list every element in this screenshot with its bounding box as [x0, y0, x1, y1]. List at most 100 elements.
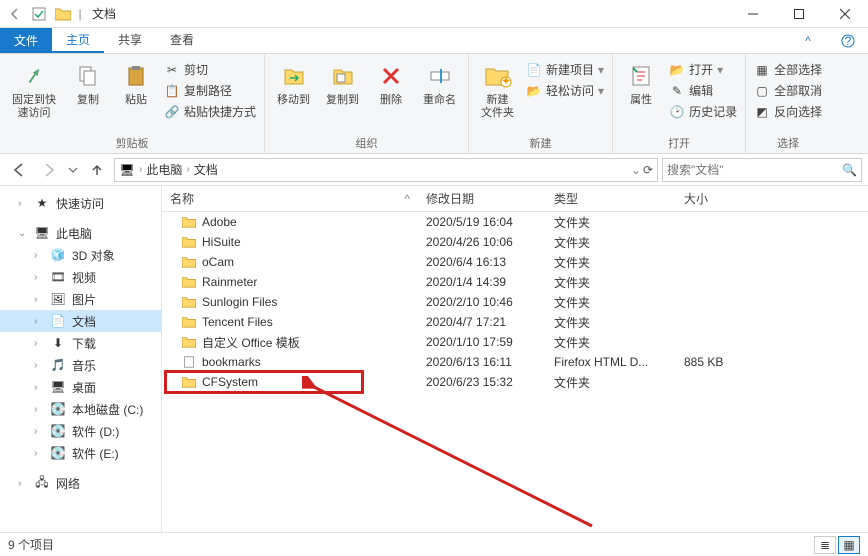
document-icon: 📄 — [50, 313, 66, 329]
select-all-icon: ▦ — [754, 62, 770, 78]
tab-share[interactable]: 共享 — [104, 28, 156, 53]
tab-view[interactable]: 查看 — [156, 28, 208, 53]
cut-button[interactable]: ✂剪切 — [162, 60, 258, 79]
breadcrumb-dropdown-icon[interactable]: ⌄ — [631, 163, 641, 177]
nav-up-button[interactable] — [84, 157, 110, 183]
table-row[interactable]: CFSystem2020/6/23 15:32文件夹 — [162, 372, 868, 392]
search-box[interactable]: 🔍 — [662, 158, 862, 182]
sidebar-item-disk-d[interactable]: ›💽软件 (D:) — [0, 420, 161, 442]
copy-to-icon — [327, 60, 359, 92]
sidebar-item-network[interactable]: ›🖧网络 — [0, 472, 161, 494]
path-icon: 📋 — [164, 83, 180, 99]
qat-check-icon[interactable] — [28, 3, 50, 25]
download-icon: ⬇ — [50, 335, 66, 351]
sidebar: ›★快速访问 ⌄🖥此电脑 ›🧊3D 对象 ›🎞视频 ›🖼图片 ›📄文档 ›⬇下载… — [0, 186, 162, 544]
ribbon-tabs: 文件 主页 共享 查看 ^ ? — [0, 28, 868, 54]
column-date[interactable]: 修改日期 — [418, 190, 546, 207]
sidebar-item-3d-objects[interactable]: ›🧊3D 对象 — [0, 244, 161, 266]
sidebar-item-quick-access[interactable]: ›★快速访问 — [0, 192, 161, 214]
delete-button[interactable]: 删除 — [369, 58, 413, 109]
table-row[interactable]: Adobe2020/5/19 16:04文件夹 — [162, 212, 868, 232]
table-row[interactable]: Tencent Files2020/4/7 17:21文件夹 — [162, 312, 868, 332]
qat-back-icon[interactable] — [4, 3, 26, 25]
svg-text:?: ? — [845, 34, 852, 48]
nav-back-button[interactable] — [6, 157, 32, 183]
nav-forward-button[interactable] — [36, 157, 62, 183]
maximize-button[interactable] — [776, 0, 822, 28]
file-name: HiSuite — [202, 235, 241, 249]
folder-icon — [182, 276, 196, 288]
sidebar-item-pictures[interactable]: ›🖼图片 — [0, 288, 161, 310]
file-date: 2020/6/13 16:11 — [418, 355, 546, 369]
ribbon-expand-button[interactable]: ^ — [788, 28, 828, 53]
easy-access-button[interactable]: 📂轻松访问 ▾ — [524, 81, 606, 100]
file-type: 文件夹 — [546, 274, 676, 291]
group-label-clipboard: 剪贴板 — [6, 133, 258, 151]
column-type[interactable]: 类型 — [546, 190, 676, 207]
search-input[interactable] — [667, 163, 842, 177]
group-label-organize: 组织 — [271, 133, 462, 151]
crumb-pc[interactable]: 此电脑 — [146, 161, 182, 178]
file-name: 自定义 Office 模板 — [202, 334, 300, 351]
edit-button[interactable]: ✎编辑 — [667, 81, 739, 100]
table-row[interactable]: HiSuite2020/4/26 10:06文件夹 — [162, 232, 868, 252]
file-type: 文件夹 — [546, 294, 676, 311]
table-row[interactable]: Rainmeter 2020/1/4 14:39文件夹 — [162, 272, 868, 292]
select-none-icon: ▢ — [754, 83, 770, 99]
close-button[interactable] — [822, 0, 868, 28]
sidebar-item-desktop[interactable]: ›🖥桌面 — [0, 376, 161, 398]
music-icon: 🎵 — [50, 357, 66, 373]
sidebar-item-videos[interactable]: ›🎞视频 — [0, 266, 161, 288]
column-name[interactable]: 名称^ — [162, 190, 418, 207]
properties-button[interactable]: 属性 — [619, 58, 663, 109]
copy-button[interactable]: 复制 — [66, 58, 110, 109]
ribbon-group-new: ✦ 新建 文件夹 📄新建项目 ▾ 📂轻松访问 ▾ 新建 — [469, 54, 613, 153]
view-details-button[interactable]: ≣ — [814, 536, 836, 554]
copy-path-button[interactable]: 📋复制路径 — [162, 81, 258, 100]
file-name: Rainmeter — [202, 275, 257, 289]
column-size[interactable]: 大小 — [676, 190, 776, 207]
breadcrumb[interactable]: 🖥 › 此电脑 › 文档 ⌄ ⟳ — [114, 158, 658, 182]
file-name: CFSystem — [202, 375, 258, 389]
search-icon[interactable]: 🔍 — [842, 163, 857, 177]
sidebar-item-disk-c[interactable]: ›💽本地磁盘 (C:) — [0, 398, 161, 420]
new-item-icon: 📄 — [526, 62, 542, 78]
nav-recent-button[interactable] — [66, 157, 80, 183]
invert-select-button[interactable]: ◩反向选择 — [752, 102, 824, 121]
group-label-open: 打开 — [619, 133, 739, 151]
rename-button[interactable]: 重命名 — [417, 58, 462, 109]
crumb-docs[interactable]: 文档 — [194, 161, 218, 178]
table-row[interactable]: oCam2020/6/4 16:13文件夹 — [162, 252, 868, 272]
history-button[interactable]: 🕑历史记录 — [667, 102, 739, 121]
rename-icon — [424, 60, 456, 92]
select-none-button[interactable]: ▢全部取消 — [752, 81, 824, 100]
minimize-button[interactable] — [730, 0, 776, 28]
breadcrumb-refresh-icon[interactable]: ⟳ — [643, 163, 653, 177]
select-all-button[interactable]: ▦全部选择 — [752, 60, 824, 79]
sidebar-item-downloads[interactable]: ›⬇下载 — [0, 332, 161, 354]
new-folder-button[interactable]: ✦ 新建 文件夹 — [475, 58, 520, 122]
view-icons-button[interactable]: ▦ — [838, 536, 860, 554]
table-row[interactable]: Sunlogin Files2020/2/10 10:46文件夹 — [162, 292, 868, 312]
tab-file[interactable]: 文件 — [0, 28, 52, 53]
paste-shortcut-button[interactable]: 🔗粘贴快捷方式 — [162, 102, 258, 121]
help-button[interactable]: ? — [828, 28, 868, 53]
move-to-button[interactable]: 移动到 — [271, 58, 316, 109]
table-row[interactable]: 自定义 Office 模板2020/1/10 17:59文件夹 — [162, 332, 868, 352]
sidebar-item-this-pc[interactable]: ⌄🖥此电脑 — [0, 222, 161, 244]
table-row[interactable]: bookmarks2020/6/13 16:11Firefox HTML D..… — [162, 352, 868, 372]
copy-to-button[interactable]: 复制到 — [320, 58, 365, 109]
file-name: Tencent Files — [202, 315, 273, 329]
edit-icon: ✎ — [669, 83, 685, 99]
sidebar-item-disk-e[interactable]: ›💽软件 (E:) — [0, 442, 161, 464]
file-date: 2020/1/4 14:39 — [418, 275, 546, 289]
tab-home[interactable]: 主页 — [52, 28, 104, 53]
sidebar-item-music[interactable]: ›🎵音乐 — [0, 354, 161, 376]
file-type: 文件夹 — [546, 334, 676, 351]
pin-quick-access-button[interactable]: 固定到快 速访问 — [6, 58, 62, 122]
picture-icon: 🖼 — [50, 291, 66, 307]
sidebar-item-documents[interactable]: ›📄文档 — [0, 310, 161, 332]
new-item-button[interactable]: 📄新建项目 ▾ — [524, 60, 606, 79]
paste-button[interactable]: 粘贴 — [114, 58, 158, 109]
open-button[interactable]: 📂打开 ▾ — [667, 60, 739, 79]
